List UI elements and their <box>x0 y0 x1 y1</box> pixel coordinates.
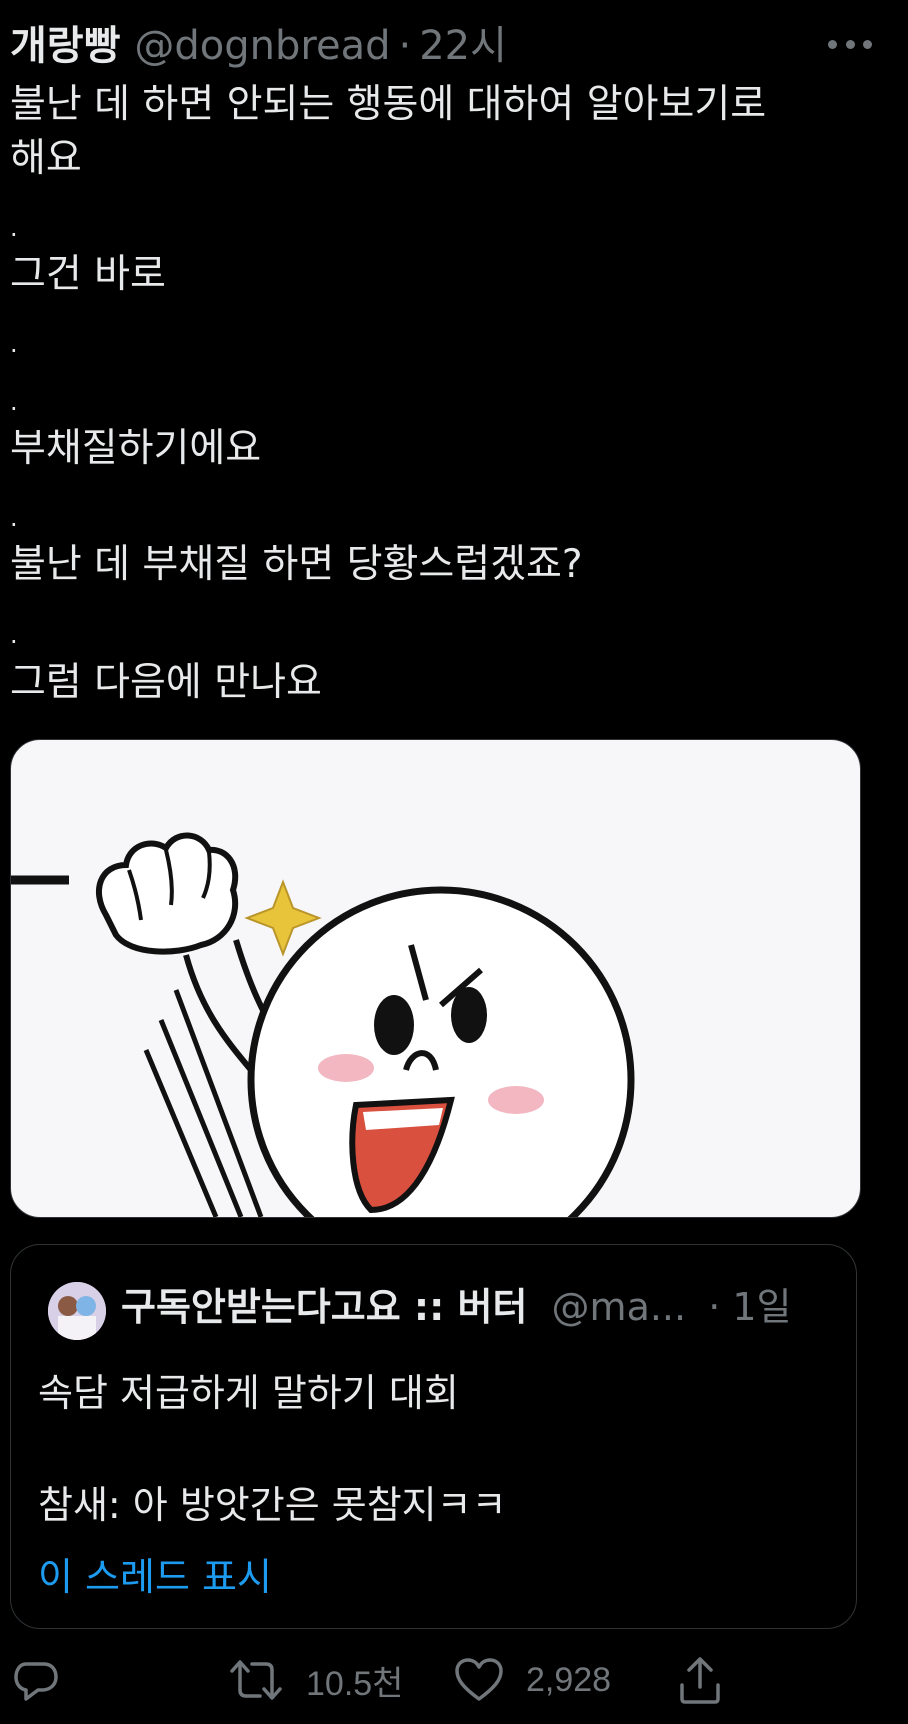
quoted-display-name[interactable]: 구독안받는다고요 :: 버터 <box>121 1285 527 1329</box>
tweet-header: 개랑빵 @dognbread · 22시 <box>10 18 888 74</box>
quoted-text-line: 속담 저급하게 말하기 대회 <box>38 1371 459 1415</box>
retweet-icon <box>230 1660 282 1700</box>
reply-icon <box>14 1662 58 1701</box>
avatar-icon[interactable] <box>48 1282 106 1340</box>
tweet-line: 그건 바로 <box>10 252 166 297</box>
quoted-handle[interactable]: @ma... <box>552 1285 687 1329</box>
like-count: 2,928 <box>526 1660 612 1699</box>
retweet-count: 10.5천 <box>306 1664 404 1703</box>
retweet-button[interactable]: 10.5천 <box>228 1650 403 1710</box>
more-horizontal-icon[interactable] <box>828 36 872 52</box>
tweet-line: . <box>10 388 18 416</box>
tweet-line: 불난 데 부채질 하면 당황스럽겠죠? <box>10 542 583 587</box>
tweet-line: 불난 데 하면 안되는 행동에 대하여 알아보기로 <box>10 82 767 127</box>
tweet-media[interactable] <box>10 739 861 1218</box>
cartoon-fist-pump-image <box>11 832 635 1217</box>
tweet-line: . <box>10 621 18 649</box>
tweet-line: . <box>10 330 18 358</box>
tweet-line: 그럼 다음에 만나요 <box>10 660 322 705</box>
tweet-line: 부채질하기에요 <box>10 426 262 471</box>
heart-icon <box>455 1658 503 1701</box>
like-button[interactable]: 2,928 <box>454 1650 611 1710</box>
action-bar: 10.5천 2,928 <box>0 1650 908 1710</box>
reply-button[interactable] <box>12 1650 60 1710</box>
quoted-header: 구독안받는다고요 :: 버터 @ma... · 1일 <box>121 1277 816 1337</box>
user-handle[interactable]: @dognbread <box>134 18 390 74</box>
share-button[interactable] <box>676 1650 724 1710</box>
tweet-line: 해요 <box>10 136 82 181</box>
tweet-line: . <box>10 504 18 532</box>
share-icon <box>680 1657 720 1704</box>
separator: · <box>398 23 412 69</box>
tweet-line: . <box>10 214 18 242</box>
timestamp[interactable]: 22시 <box>419 18 507 74</box>
quoted-timestamp[interactable]: · 1일 <box>708 1285 791 1329</box>
quoted-text-line: 참새: 아 방앗간은 못참지ㅋㅋ <box>38 1483 507 1527</box>
tweet[interactable]: 개랑빵 @dognbread · 22시 불난 데 하면 안되는 행동에 대하여… <box>0 0 908 1724</box>
show-thread-link[interactable]: 이 스레드 표시 <box>38 1550 272 1604</box>
display-name[interactable]: 개랑빵 <box>10 18 120 74</box>
